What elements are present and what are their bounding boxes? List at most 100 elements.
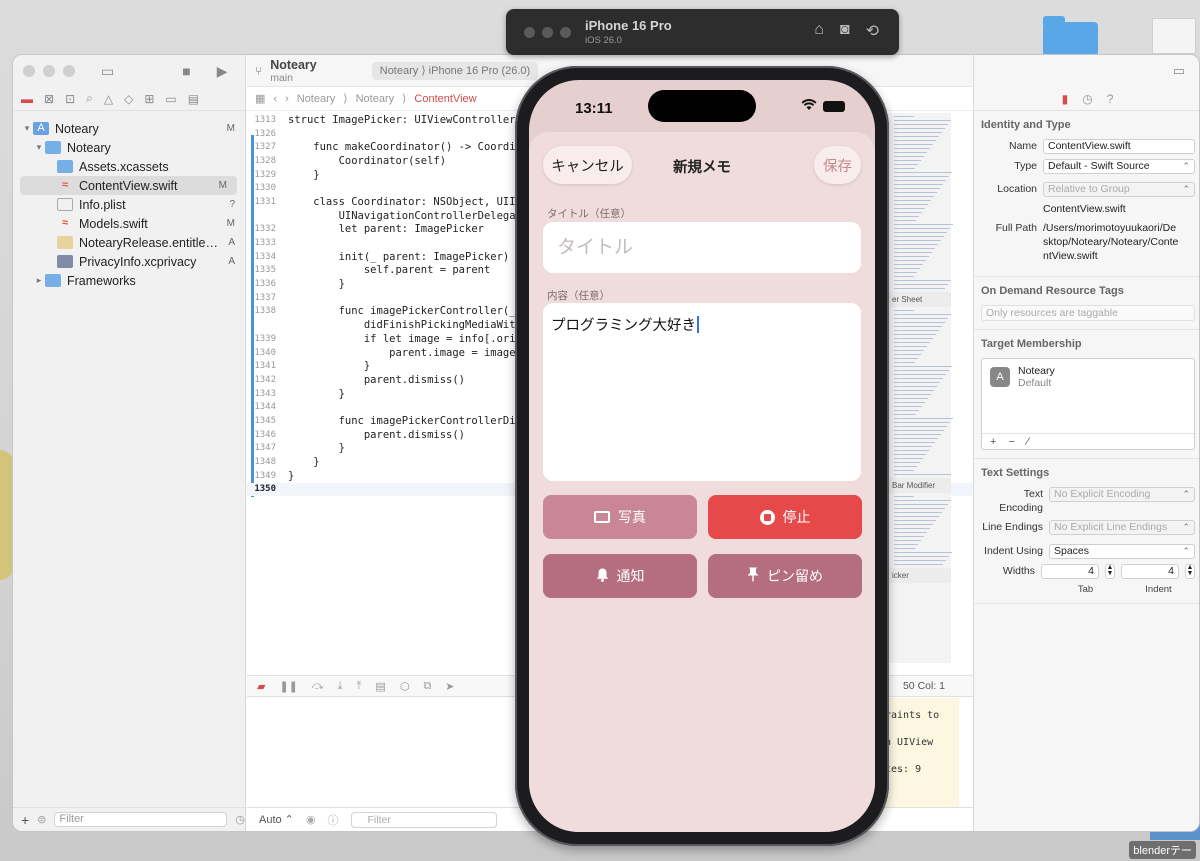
tree-row-file[interactable]: NotearyRelease.entitlem... A [13,233,245,252]
title-input[interactable]: タイトル [543,222,861,273]
view-hierarchy-icon[interactable]: ▤ [375,680,385,693]
minimize-window-button[interactable] [542,27,553,38]
environment-icon[interactable]: ⧉ [423,680,431,693]
sidebar-toggle-icon[interactable]: ▭ [101,63,114,80]
line-number[interactable]: 1341 [247,361,278,371]
desktop-document-icon[interactable] [1152,18,1196,54]
disclosure-icon[interactable]: ▾ [21,123,33,134]
indent-width-stepper[interactable]: ▲ ▼ [1185,564,1195,579]
disclosure-icon[interactable]: ▾ [33,142,45,153]
desktop-folder-icon[interactable] [1043,16,1098,56]
line-number[interactable]: 1339 [247,334,278,344]
location-icon[interactable]: ➤ [445,680,454,693]
line-number[interactable]: 1340 [247,348,278,358]
tree-row-file[interactable]: Info.plist ? [13,195,245,214]
cancel-button[interactable]: キャンセル [543,146,632,184]
find-icon[interactable]: ⌕ [86,91,93,106]
edit-target-icon[interactable]: ⁄ [1027,436,1029,448]
line-number[interactable]: 1347 [247,443,278,453]
zoom-window-button[interactable] [560,27,571,38]
eye-icon[interactable]: ◉ [306,813,316,826]
content-input[interactable]: プログラミング大好き [543,303,861,481]
add-icon[interactable]: + [21,812,29,828]
location-select[interactable]: Relative to Group [1043,182,1195,197]
filter-options-icon[interactable]: ⊜ [37,813,46,826]
jumpbar-item[interactable]: Noteary [297,93,336,105]
tree-row-file[interactable]: ≈ Models.swift M [13,214,245,233]
line-number[interactable]: 1330 [247,183,278,193]
rotate-icon[interactable]: ⟲ [866,21,879,41]
line-number[interactable]: 1327 [247,142,278,152]
tree-row-project[interactable]: ▾ A Noteary M [13,119,245,138]
debug-icon[interactable]: ⊞ [144,92,154,106]
issue-icon[interactable]: △ [104,92,113,106]
step-over-icon[interactable]: ⤼ [312,680,324,693]
odr-tags-field[interactable]: Only resources are taggable [981,305,1195,321]
tab-width-stepper[interactable]: ▲ ▼ [1105,564,1115,579]
pause-icon[interactable]: ❚❚ [279,680,297,693]
encoding-select[interactable]: No Explicit Encoding [1049,487,1195,502]
line-number[interactable]: 1331 [247,197,278,207]
line-number[interactable]: 1313 [247,115,278,125]
grid-icon[interactable]: ▦ [255,92,265,105]
line-number[interactable]: 1328 [247,156,278,166]
line-number[interactable]: 1326 [247,129,278,139]
file-inspector-icon[interactable]: ▮ [1062,92,1069,106]
line-number[interactable]: 1329 [247,170,278,180]
notify-button[interactable]: 通知 [543,554,697,598]
inspector-toggle-icon[interactable]: ▭ [1173,63,1185,79]
line-number[interactable]: 1337 [247,293,278,303]
tree-row-file-selected[interactable]: ≈ ContentView.swift M [20,176,237,195]
add-target-icon[interactable]: + [990,436,996,448]
tree-row-file[interactable]: PrivacyInfo.xcprivacy A [13,252,245,271]
line-endings-select[interactable]: No Explicit Line Endings [1049,520,1195,535]
line-number[interactable]: 1350 [247,484,278,494]
memory-graph-icon[interactable]: ⬡ [400,680,410,693]
photo-button[interactable]: 写真 [543,495,697,539]
remove-target-icon[interactable]: − [1008,436,1014,448]
history-icon[interactable]: ◷ [1082,92,1092,106]
close-window-button[interactable] [524,27,535,38]
minimap[interactable]: er Sheet Bar Modifier icker [887,113,953,663]
indent-select[interactable]: Spaces [1049,544,1195,559]
line-number[interactable]: 1349 [247,471,278,481]
close-window-button[interactable] [23,65,35,77]
run-destination[interactable]: Noteary ⟩ iPhone 16 Pro (26.0) [371,61,539,80]
tree-row-folder[interactable]: ▸ Frameworks [13,271,245,290]
line-number[interactable]: 1344 [247,402,278,412]
bookmark-icon[interactable]: ⊡ [65,92,75,106]
stop-icon[interactable]: ■ [182,63,190,79]
run-icon[interactable]: ▶ [217,63,228,80]
zoom-window-button[interactable] [63,65,75,77]
breakpoints-icon[interactable]: ▰ [257,680,265,693]
back-icon[interactable]: ‹ [273,93,277,105]
source-control-icon[interactable]: ⊠ [44,92,54,106]
pin-button[interactable]: ピン留め [708,554,862,598]
line-number[interactable]: 1346 [247,430,278,440]
test-icon[interactable]: ◇ [124,92,133,106]
report-icon[interactable]: ▤ [188,92,199,106]
console-filter-input[interactable]: Filter [350,811,497,828]
line-number[interactable]: 1332 [247,224,278,234]
step-in-icon[interactable]: ⤓ [338,680,343,693]
indent-width-field[interactable]: 4 [1121,564,1179,579]
line-number[interactable]: 1336 [247,279,278,289]
help-icon[interactable]: ? [1107,92,1114,106]
tree-row-folder[interactable]: ▾ Noteary [13,138,245,157]
line-number[interactable]: 1338 [247,306,278,316]
name-field[interactable]: ContentView.swift [1043,139,1195,154]
navigator-filter-input[interactable]: Filter [54,812,228,827]
line-number[interactable]: 1333 [247,238,278,248]
line-number[interactable]: 1342 [247,375,278,385]
stop-button[interactable]: 停止 [708,495,862,539]
output-mode-select[interactable]: Auto ⌃ [259,813,294,826]
jumpbar-item[interactable]: Noteary [356,93,395,105]
breakpoint-icon[interactable]: ▭ [165,92,176,106]
tree-row-file[interactable]: Assets.xcassets [13,157,245,176]
step-out-icon[interactable]: ⤒ [357,680,362,693]
type-select[interactable]: Default - Swift Source [1043,159,1195,174]
disclosure-icon[interactable]: ▸ [33,275,45,286]
recent-icon[interactable]: ◷ [235,813,245,826]
line-number[interactable]: 1348 [247,457,278,467]
info-icon[interactable]: ⓘ [328,812,339,828]
